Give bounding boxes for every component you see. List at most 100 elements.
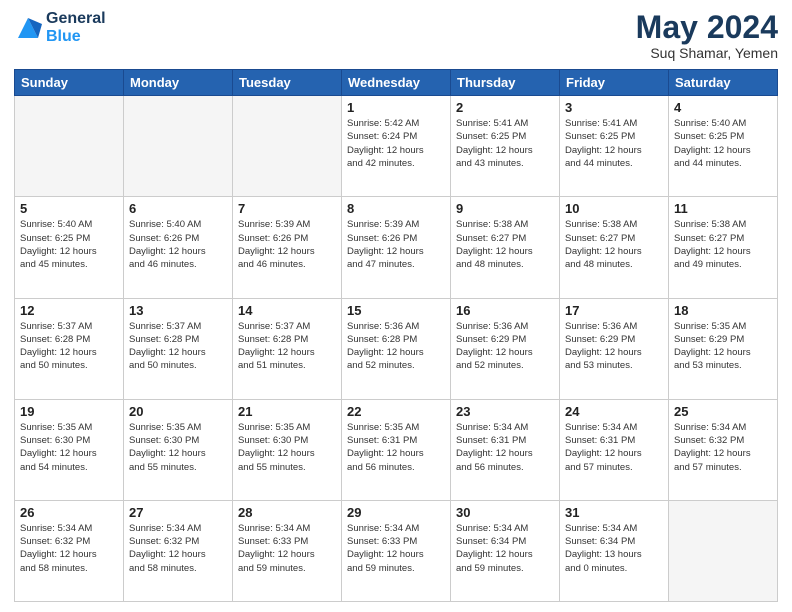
day-number: 4: [674, 100, 772, 115]
day-number: 22: [347, 404, 445, 419]
calendar-cell: 20Sunrise: 5:35 AM Sunset: 6:30 PM Dayli…: [124, 399, 233, 500]
day-info: Sunrise: 5:42 AM Sunset: 6:24 PM Dayligh…: [347, 117, 445, 170]
calendar-cell: 9 Sunrise: 5:38 AM Sunset: 6:27 PM Daylig…: [451, 197, 560, 298]
weekday-header-thursday: Thursday: [451, 70, 560, 96]
calendar-cell: 19 Sunrise: 5:35 AM Sunset: 6:30 PM Dayli…: [15, 399, 124, 500]
calendar-cell: 25 Sunrise: 5:34 AM Sunset: 6:32 PM Dayli…: [669, 399, 778, 500]
week-row-1: 1 Sunrise: 5:42 AM Sunset: 6:24 PM Daylig…: [15, 96, 778, 197]
calendar-cell: 10 Sunrise: 5:38 AM Sunset: 6:27 PM Dayli…: [560, 197, 669, 298]
logo: General Blue: [14, 10, 106, 45]
weekday-header-monday: Monday: [124, 70, 233, 96]
calendar-cell: 30Sunrise: 5:34 AM Sunset: 6:34 PM Dayli…: [451, 500, 560, 601]
day-number: 28: [238, 505, 336, 520]
day-info: Sunrise: 5:40 AM Sunset: 6:25 PM Dayligh…: [20, 218, 118, 271]
day-number: 13: [129, 303, 227, 318]
day-info: Sunrise: 5:38 AM Sunset: 6:27 PM Dayligh…: [456, 218, 554, 271]
day-number: 10: [565, 201, 663, 216]
calendar-cell: 14Sunrise: 5:37 AM Sunset: 6:28 PM Dayli…: [233, 298, 342, 399]
week-row-3: 12 Sunrise: 5:37 AM Sunset: 6:28 PM Dayli…: [15, 298, 778, 399]
day-number: 2: [456, 100, 554, 115]
calendar-cell: 18 Sunrise: 5:35 AM Sunset: 6:29 PM Dayli…: [669, 298, 778, 399]
day-info: Sunrise: 5:34 AM Sunset: 6:31 PM Dayligh…: [456, 421, 554, 474]
day-number: 17: [565, 303, 663, 318]
weekday-header-friday: Friday: [560, 70, 669, 96]
day-number: 23: [456, 404, 554, 419]
calendar-cell: 8Sunrise: 5:39 AM Sunset: 6:26 PM Daylig…: [342, 197, 451, 298]
day-info: Sunrise: 5:41 AM Sunset: 6:25 PM Dayligh…: [456, 117, 554, 170]
calendar-cell: 16 Sunrise: 5:36 AM Sunset: 6:29 PM Dayli…: [451, 298, 560, 399]
week-row-5: 26Sunrise: 5:34 AM Sunset: 6:32 PM Dayli…: [15, 500, 778, 601]
calendar-cell: 29 Sunrise: 5:34 AM Sunset: 6:33 PM Dayli…: [342, 500, 451, 601]
header: General Blue May 2024 Suq Shamar, Yemen: [14, 10, 778, 61]
day-info: Sunrise: 5:34 AM Sunset: 6:32 PM Dayligh…: [674, 421, 772, 474]
title-block: May 2024 Suq Shamar, Yemen: [636, 10, 778, 61]
day-info: Sunrise: 5:35 AM Sunset: 6:30 PM Dayligh…: [238, 421, 336, 474]
day-info: Sunrise: 5:34 AM Sunset: 6:33 PM Dayligh…: [347, 522, 445, 575]
day-info: Sunrise: 5:37 AM Sunset: 6:28 PM Dayligh…: [129, 320, 227, 373]
calendar-cell: 2 Sunrise: 5:41 AM Sunset: 6:25 PM Daylig…: [451, 96, 560, 197]
day-number: 29: [347, 505, 445, 520]
day-number: 12: [20, 303, 118, 318]
day-number: 27: [129, 505, 227, 520]
calendar-cell: 22 Sunrise: 5:35 AM Sunset: 6:31 PM Dayli…: [342, 399, 451, 500]
day-info: Sunrise: 5:36 AM Sunset: 6:28 PM Dayligh…: [347, 320, 445, 373]
day-info: Sunrise: 5:35 AM Sunset: 6:30 PM Dayligh…: [20, 421, 118, 474]
day-info: Sunrise: 5:38 AM Sunset: 6:27 PM Dayligh…: [674, 218, 772, 271]
calendar-cell: [233, 96, 342, 197]
day-info: Sunrise: 5:39 AM Sunset: 6:26 PM Dayligh…: [238, 218, 336, 271]
day-info: Sunrise: 5:36 AM Sunset: 6:29 PM Dayligh…: [456, 320, 554, 373]
location-subtitle: Suq Shamar, Yemen: [636, 45, 778, 61]
calendar-cell: 4 Sunrise: 5:40 AM Sunset: 6:25 PM Daylig…: [669, 96, 778, 197]
day-number: 7: [238, 201, 336, 216]
calendar-cell: 11 Sunrise: 5:38 AM Sunset: 6:27 PM Dayli…: [669, 197, 778, 298]
day-number: 8: [347, 201, 445, 216]
weekday-header-sunday: Sunday: [15, 70, 124, 96]
calendar-cell: 13 Sunrise: 5:37 AM Sunset: 6:28 PM Dayli…: [124, 298, 233, 399]
calendar-cell: 21Sunrise: 5:35 AM Sunset: 6:30 PM Dayli…: [233, 399, 342, 500]
day-number: 24: [565, 404, 663, 419]
calendar-cell: 3 Sunrise: 5:41 AM Sunset: 6:25 PM Daylig…: [560, 96, 669, 197]
week-row-2: 5 Sunrise: 5:40 AM Sunset: 6:25 PM Daylig…: [15, 197, 778, 298]
calendar-cell: 23 Sunrise: 5:34 AM Sunset: 6:31 PM Dayli…: [451, 399, 560, 500]
day-info: Sunrise: 5:34 AM Sunset: 6:32 PM Dayligh…: [129, 522, 227, 575]
day-info: Sunrise: 5:35 AM Sunset: 6:29 PM Dayligh…: [674, 320, 772, 373]
day-number: 25: [674, 404, 772, 419]
calendar-cell: [124, 96, 233, 197]
day-info: Sunrise: 5:35 AM Sunset: 6:30 PM Dayligh…: [129, 421, 227, 474]
day-info: Sunrise: 5:36 AM Sunset: 6:29 PM Dayligh…: [565, 320, 663, 373]
day-number: 6: [129, 201, 227, 216]
day-info: Sunrise: 5:41 AM Sunset: 6:25 PM Dayligh…: [565, 117, 663, 170]
day-info: Sunrise: 5:40 AM Sunset: 6:25 PM Dayligh…: [674, 117, 772, 170]
day-info: Sunrise: 5:34 AM Sunset: 6:33 PM Dayligh…: [238, 522, 336, 575]
weekday-header-saturday: Saturday: [669, 70, 778, 96]
calendar-table: SundayMondayTuesdayWednesdayThursdayFrid…: [14, 69, 778, 602]
calendar-cell: 24 Sunrise: 5:34 AM Sunset: 6:31 PM Dayli…: [560, 399, 669, 500]
day-info: Sunrise: 5:37 AM Sunset: 6:28 PM Dayligh…: [20, 320, 118, 373]
day-number: 15: [347, 303, 445, 318]
page: General Blue May 2024 Suq Shamar, Yemen …: [0, 0, 792, 612]
calendar-cell: 7 Sunrise: 5:39 AM Sunset: 6:26 PM Daylig…: [233, 197, 342, 298]
weekday-header-wednesday: Wednesday: [342, 70, 451, 96]
day-number: 9: [456, 201, 554, 216]
day-number: 19: [20, 404, 118, 419]
day-info: Sunrise: 5:35 AM Sunset: 6:31 PM Dayligh…: [347, 421, 445, 474]
logo-icon: [14, 14, 42, 42]
day-number: 11: [674, 201, 772, 216]
day-info: Sunrise: 5:40 AM Sunset: 6:26 PM Dayligh…: [129, 218, 227, 271]
day-number: 3: [565, 100, 663, 115]
calendar-cell: 26Sunrise: 5:34 AM Sunset: 6:32 PM Dayli…: [15, 500, 124, 601]
day-info: Sunrise: 5:38 AM Sunset: 6:27 PM Dayligh…: [565, 218, 663, 271]
calendar-cell: 28 Sunrise: 5:34 AM Sunset: 6:33 PM Dayli…: [233, 500, 342, 601]
day-number: 18: [674, 303, 772, 318]
day-number: 14: [238, 303, 336, 318]
day-number: 1: [347, 100, 445, 115]
calendar-cell: 17 Sunrise: 5:36 AM Sunset: 6:29 PM Dayli…: [560, 298, 669, 399]
calendar-cell: 12 Sunrise: 5:37 AM Sunset: 6:28 PM Dayli…: [15, 298, 124, 399]
calendar-cell: 5 Sunrise: 5:40 AM Sunset: 6:25 PM Daylig…: [15, 197, 124, 298]
day-number: 16: [456, 303, 554, 318]
weekday-header-row: SundayMondayTuesdayWednesdayThursdayFrid…: [15, 70, 778, 96]
day-info: Sunrise: 5:34 AM Sunset: 6:31 PM Dayligh…: [565, 421, 663, 474]
day-number: 5: [20, 201, 118, 216]
weekday-header-tuesday: Tuesday: [233, 70, 342, 96]
calendar-cell: 6 Sunrise: 5:40 AM Sunset: 6:26 PM Daylig…: [124, 197, 233, 298]
